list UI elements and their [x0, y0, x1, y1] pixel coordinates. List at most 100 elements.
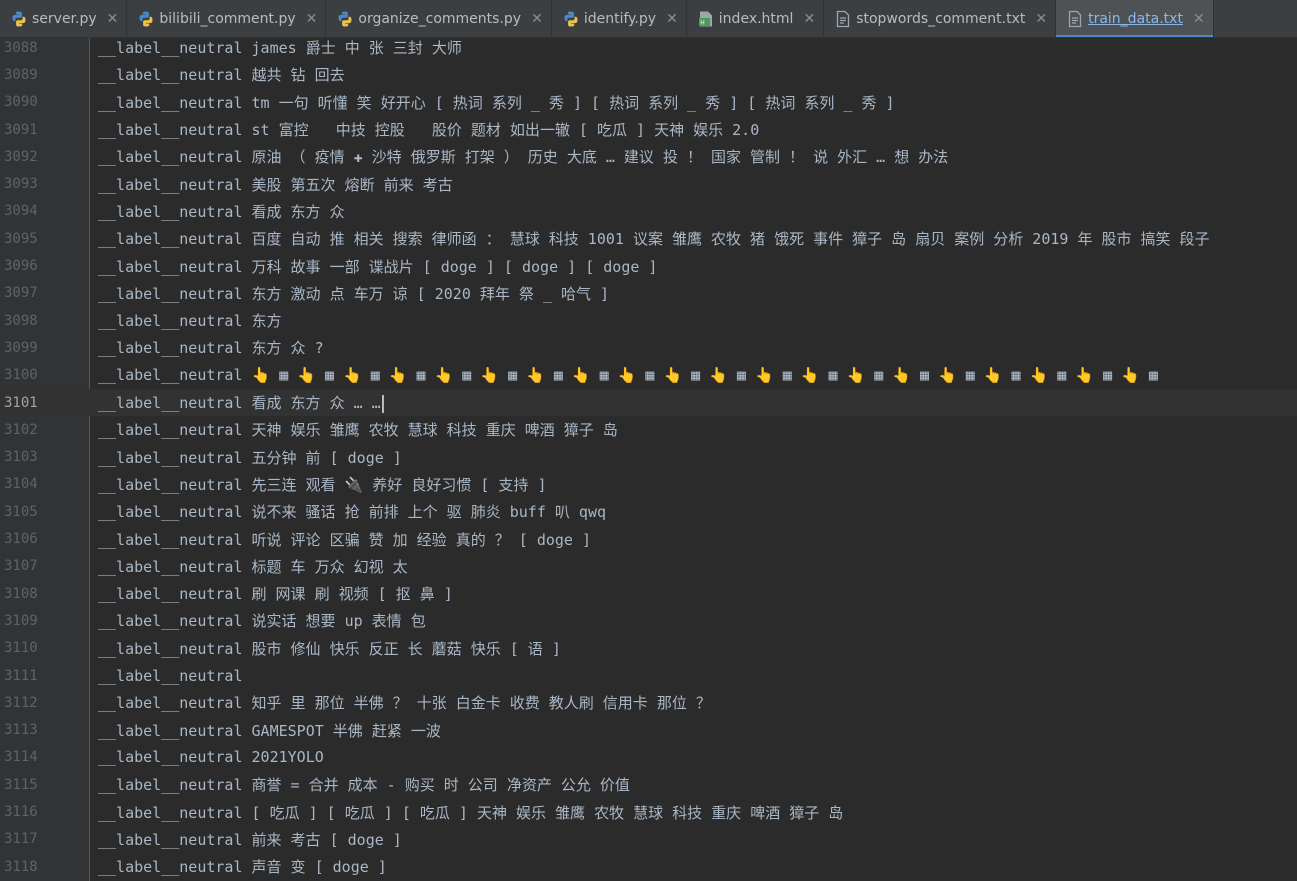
- code-line[interactable]: 3095 __label__neutral 百度 自动 推 相关 搜索 律师函 ：…: [0, 225, 1297, 252]
- tab-bilibili-comment-py[interactable]: bilibili_comment.py ✕: [127, 0, 327, 37]
- line-text[interactable]: __label__neutral 刷 网课 刷 视频 [ 抠 鼻 ]: [90, 583, 1297, 604]
- text-caret: [381, 394, 384, 413]
- line-text[interactable]: __label__neutral 万科 故事 一部 谍战片 [ doge ] […: [90, 256, 1297, 277]
- line-text[interactable]: __label__neutral 东方 激动 点 车万 谅 [ 2020 拜年 …: [90, 283, 1297, 304]
- code-line[interactable]: 3107 __label__neutral 标题 车 万众 幻视 太: [0, 553, 1297, 580]
- line-text[interactable]: __label__neutral st 富控 中技 控股 股价 题材 如出一辙 …: [90, 119, 1297, 140]
- code-line[interactable]: 3116 __label__neutral [ 吃瓜 ] [ 吃瓜 ] [ 吃瓜 …: [0, 798, 1297, 825]
- line-text[interactable]: __label__neutral 百度 自动 推 相关 搜索 律师函 ： 慧球 …: [90, 228, 1297, 249]
- line-text[interactable]: __label__neutral 标题 车 万众 幻视 太: [90, 556, 1297, 577]
- line-text[interactable]: __label__neutral: [90, 667, 1297, 685]
- code-line[interactable]: 3118 __label__neutral 声音 变 [ doge ]: [0, 853, 1297, 880]
- code-line[interactable]: 3117 __label__neutral 前来 考古 [ doge ]: [0, 826, 1297, 853]
- code-line[interactable]: 3096 __label__neutral 万科 故事 一部 谍战片 [ doge…: [0, 252, 1297, 279]
- line-number: 3093: [4, 176, 38, 193]
- line-text[interactable]: __label__neutral 股市 修仙 快乐 反正 长 蘑菇 快乐 [ 语…: [90, 638, 1297, 659]
- line-text[interactable]: __label__neutral 知乎 里 那位 半佛 ？ 十张 白金卡 收费 …: [90, 692, 1297, 713]
- code-line[interactable]: 3103 __label__neutral 五分钟 前 [ doge ]: [0, 444, 1297, 471]
- close-icon[interactable]: ✕: [1193, 12, 1205, 26]
- line-number: 3111: [4, 667, 38, 684]
- line-number: 3094: [4, 203, 38, 220]
- line-text[interactable]: __label__neutral tm 一句 听懂 笑 好开心 [ 热词 系列 …: [90, 92, 1297, 113]
- line-text[interactable]: __label__neutral GAMESPOT 半佛 赶紧 一波: [90, 720, 1297, 741]
- line-text[interactable]: __label__neutral james 爵士 中 张 三封 大师: [90, 38, 1297, 58]
- line-number: 3095: [4, 230, 38, 247]
- code-line[interactable]: 3104 __label__neutral 先三连 观看 🔌 养好 良好习惯 [ …: [0, 471, 1297, 498]
- text-file-icon: [1066, 10, 1084, 28]
- tab-label: bilibili_comment.py: [159, 10, 296, 27]
- tab-label: organize_comments.py: [358, 10, 522, 27]
- line-number: 3088: [4, 39, 38, 56]
- line-text[interactable]: __label__neutral 说不来 骚话 抢 前排 上个 驱 肺炎 buf…: [90, 501, 1297, 522]
- code-line[interactable]: 3101 __label__neutral 看成 东方 众 … …: [0, 388, 1297, 417]
- code-line[interactable]: 3089 __label__neutral 越共 钻 回去: [0, 61, 1297, 88]
- code-line[interactable]: 3102 __label__neutral 天神 娱乐 雏鹰 农牧 慧球 科技 重…: [0, 416, 1297, 443]
- tab-organize-comments-py[interactable]: organize_comments.py ✕: [326, 0, 552, 37]
- code-line[interactable]: 3110 __label__neutral 股市 修仙 快乐 反正 长 蘑菇 快乐…: [0, 635, 1297, 662]
- line-text[interactable]: __label__neutral 东方: [90, 310, 1297, 331]
- tab-stopwords-comment-txt[interactable]: stopwords_comment.txt ✕: [824, 0, 1057, 37]
- code-line[interactable]: 3093 __label__neutral 美股 第五次 熔断 前来 考古: [0, 171, 1297, 198]
- line-number: 3106: [4, 531, 38, 548]
- close-icon[interactable]: ✕: [306, 12, 318, 26]
- line-number: 3090: [4, 94, 38, 111]
- code-line[interactable]: 3113 __label__neutral GAMESPOT 半佛 赶紧 一波: [0, 717, 1297, 744]
- line-text[interactable]: __label__neutral 看成 东方 众: [90, 201, 1297, 222]
- line-text[interactable]: __label__neutral 听说 评论 区骗 赞 加 经验 真的 ？ [ …: [90, 529, 1297, 550]
- code-line[interactable]: 3100 __label__neutral 👆 ▦ 👆 ▦ 👆 ▦ 👆 ▦ 👆 ▦…: [0, 362, 1297, 389]
- code-editor[interactable]: 3088 __label__neutral james 爵士 中 张 三封 大师 3…: [0, 38, 1297, 881]
- line-text[interactable]: __label__neutral 原油 （ 疫情 ✚ 沙特 俄罗斯 打架 ） 历…: [90, 146, 1297, 167]
- code-line[interactable]: 3088 __label__neutral james 爵士 中 张 三封 大师: [0, 38, 1297, 61]
- code-line[interactable]: 3111 __label__neutral: [0, 662, 1297, 689]
- html-file-icon: H: [697, 10, 715, 28]
- code-line[interactable]: 3114 __label__neutral 2021YOLO: [0, 744, 1297, 771]
- line-text[interactable]: __label__neutral 2021YOLO: [90, 748, 1297, 766]
- code-line[interactable]: 3115 __label__neutral 商誉 = 合并 成本 - 购买 时 公…: [0, 771, 1297, 798]
- close-icon[interactable]: ✕: [531, 12, 543, 26]
- code-line[interactable]: 3092 __label__neutral 原油 （ 疫情 ✚ 沙特 俄罗斯 打架…: [0, 143, 1297, 170]
- text-file-icon: [834, 10, 852, 28]
- line-text[interactable]: __label__neutral 五分钟 前 [ doge ]: [90, 447, 1297, 468]
- code-line[interactable]: 3091 __label__neutral st 富控 中技 控股 股价 题材 如…: [0, 116, 1297, 143]
- line-text[interactable]: __label__neutral 商誉 = 合并 成本 - 购买 时 公司 净资…: [90, 774, 1297, 795]
- line-text[interactable]: __label__neutral 看成 东方 众 … …: [90, 392, 1297, 413]
- close-icon[interactable]: ✕: [666, 12, 678, 26]
- code-line[interactable]: 3109 __label__neutral 说实话 想要 up 表情 包: [0, 607, 1297, 634]
- close-icon[interactable]: ✕: [107, 12, 119, 26]
- code-line[interactable]: 3094 __label__neutral 看成 东方 众: [0, 198, 1297, 225]
- line-number: 3107: [4, 558, 38, 575]
- tab-identify-py[interactable]: identify.py ✕: [552, 0, 687, 37]
- tab-index-html[interactable]: Hindex.html ✕: [687, 0, 825, 37]
- line-text[interactable]: __label__neutral 👆 ▦ 👆 ▦ 👆 ▦ 👆 ▦ 👆 ▦ 👆 ▦…: [90, 366, 1297, 384]
- line-number: 3110: [4, 640, 38, 657]
- line-number: 3117: [4, 831, 38, 848]
- code-line[interactable]: 3098 __label__neutral 东方: [0, 307, 1297, 334]
- line-text[interactable]: __label__neutral 说实话 想要 up 表情 包: [90, 610, 1297, 631]
- code-line[interactable]: 3097 __label__neutral 东方 激动 点 车万 谅 [ 2020…: [0, 280, 1297, 307]
- code-line[interactable]: 3105 __label__neutral 说不来 骚话 抢 前排 上个 驱 肺炎…: [0, 498, 1297, 525]
- tab-server-py[interactable]: server.py ✕: [0, 0, 128, 37]
- line-number: 3097: [4, 285, 38, 302]
- python-file-icon: [336, 10, 354, 28]
- code-line[interactable]: 3112 __label__neutral 知乎 里 那位 半佛 ？ 十张 白金卡…: [0, 689, 1297, 716]
- line-text[interactable]: __label__neutral 先三连 观看 🔌 养好 良好习惯 [ 支持 ]: [90, 474, 1297, 495]
- code-line[interactable]: 3090 __label__neutral tm 一句 听懂 笑 好开心 [ 热词…: [0, 89, 1297, 116]
- line-text[interactable]: __label__neutral 天神 娱乐 雏鹰 农牧 慧球 科技 重庆 啤酒…: [90, 419, 1297, 440]
- code-line[interactable]: 3108 __label__neutral 刷 网课 刷 视频 [ 抠 鼻 ]: [0, 580, 1297, 607]
- tab-train-data-txt[interactable]: train_data.txt ✕: [1056, 0, 1214, 37]
- line-text[interactable]: __label__neutral 前来 考古 [ doge ]: [90, 829, 1297, 850]
- line-number: 3092: [4, 148, 38, 165]
- line-text[interactable]: __label__neutral 美股 第五次 熔断 前来 考古: [90, 174, 1297, 195]
- code-line[interactable]: 3106 __label__neutral 听说 评论 区骗 赞 加 经验 真的 …: [0, 525, 1297, 552]
- line-number: 3113: [4, 722, 38, 739]
- svg-text:H: H: [700, 19, 705, 26]
- line-text[interactable]: __label__neutral 越共 钻 回去: [90, 64, 1297, 85]
- close-icon[interactable]: ✕: [1035, 12, 1047, 26]
- code-line[interactable]: 3099 __label__neutral 东方 众 ?: [0, 334, 1297, 361]
- python-file-icon: [562, 10, 580, 28]
- line-text[interactable]: __label__neutral 声音 变 [ doge ]: [90, 856, 1297, 877]
- line-text[interactable]: __label__neutral [ 吃瓜 ] [ 吃瓜 ] [ 吃瓜 ] 天神…: [90, 802, 1297, 823]
- close-icon[interactable]: ✕: [803, 12, 815, 26]
- line-text[interactable]: __label__neutral 东方 众 ?: [90, 337, 1297, 358]
- line-number: 3118: [4, 858, 38, 875]
